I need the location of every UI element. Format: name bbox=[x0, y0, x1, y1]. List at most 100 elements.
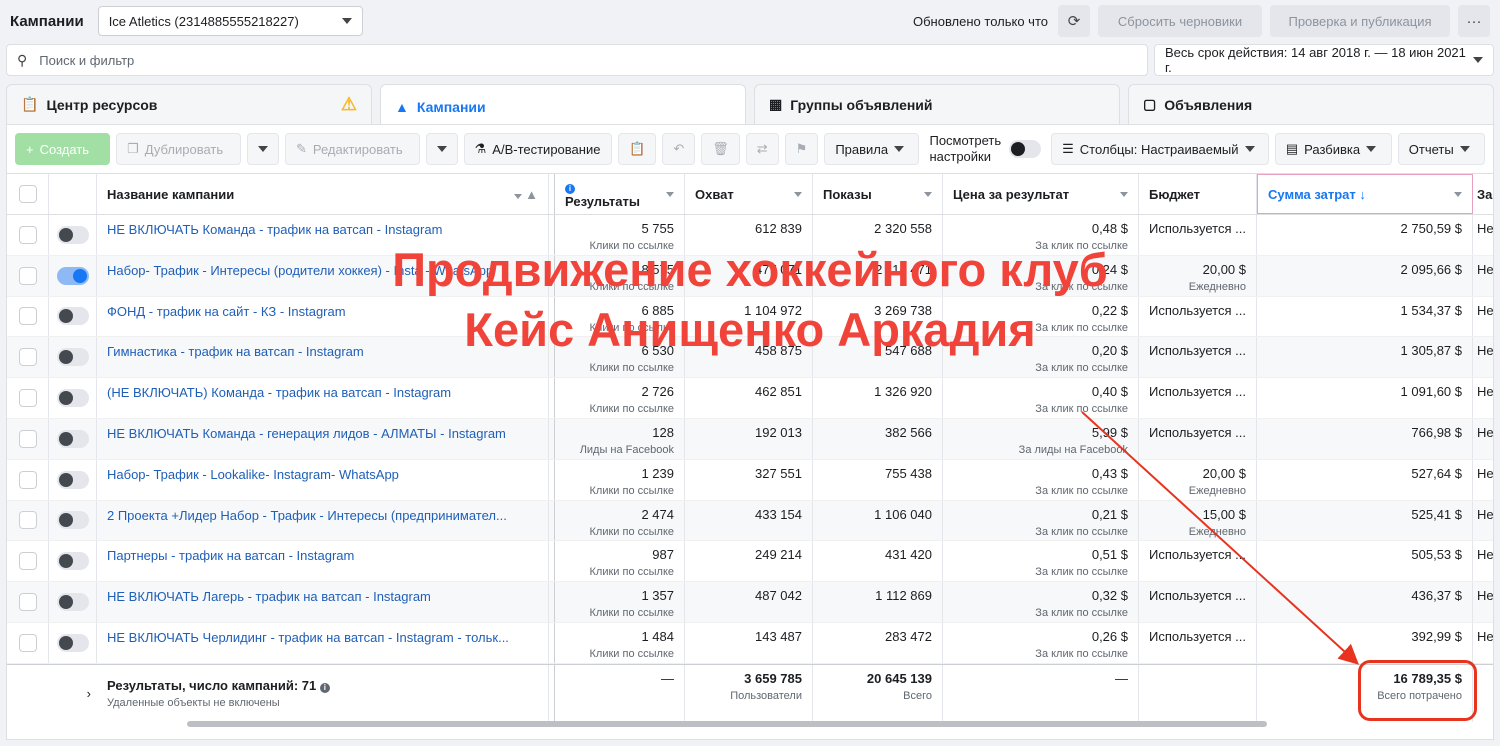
results-sub: Клики по ссылке bbox=[589, 321, 675, 334]
campaign-name-link[interactable]: ФОНД - трафик на сайт - КЗ - Instagram bbox=[107, 304, 538, 319]
undo-button[interactable]: ↶ bbox=[662, 133, 696, 165]
campaign-toggle[interactable] bbox=[56, 511, 89, 530]
tab-resource-center[interactable]: 📋 Центр ресурсов ⚠ bbox=[6, 84, 372, 124]
date-range-picker[interactable]: Весь срок действия: 14 авг 2018 г. — 18 … bbox=[1154, 44, 1494, 76]
impressions-value: 1 326 920 bbox=[874, 384, 932, 400]
campaign-name-link[interactable]: Гимнастика - трафик на ватсап - Instagra… bbox=[107, 344, 538, 359]
campaign-toggle[interactable] bbox=[56, 225, 89, 244]
header-results[interactable]: i Результаты bbox=[555, 174, 685, 214]
campaign-name-link[interactable]: НЕ ВКЛЮЧАТЬ Черлидинг - трафик на ватсап… bbox=[107, 630, 538, 645]
spend-value: 1 305,87 $ bbox=[1400, 343, 1462, 359]
budget-value: Используется ... bbox=[1149, 588, 1246, 604]
header-impressions[interactable]: Показы bbox=[813, 174, 943, 214]
row-checkbox[interactable] bbox=[18, 470, 37, 489]
cpr-sub: За клик по ссылке bbox=[1035, 321, 1128, 334]
table-row[interactable]: Партнеры - трафик на ватсап - Instagram 9… bbox=[7, 541, 1493, 583]
duplicate-label: Дублировать bbox=[144, 141, 224, 157]
row-checkbox[interactable] bbox=[18, 633, 37, 652]
campaign-name-link[interactable]: НЕ ВКЛЮЧАТЬ Лагерь - трафик на ватсап - … bbox=[107, 589, 538, 604]
ab-test-button[interactable]: ⚗ A/B-тестирование bbox=[463, 133, 613, 165]
header-more[interactable]: За bbox=[1473, 174, 1493, 214]
tag-button[interactable]: ⚑ bbox=[784, 133, 819, 165]
table-row[interactable]: НЕ ВКЛЮЧАТЬ Команда - трафик на ватсап -… bbox=[7, 215, 1493, 256]
campaign-toggle[interactable] bbox=[56, 470, 89, 489]
tab-label: Группы объявлений bbox=[790, 96, 933, 113]
reset-drafts-button[interactable]: Сбросить черновики bbox=[1098, 5, 1262, 37]
header-name[interactable]: Название кампании ▲ bbox=[97, 174, 549, 214]
table-row[interactable]: Набор- Трафик - Lookalike- Instagram- Wh… bbox=[7, 459, 1493, 501]
row-checkbox[interactable] bbox=[18, 552, 37, 571]
campaign-name-link[interactable]: Набор- Трафик - Интересы (родители хокке… bbox=[107, 263, 538, 278]
duplicate-button[interactable]: ❐ Дублировать bbox=[116, 133, 241, 165]
header-amount-spent[interactable]: Сумма затрат ↓ bbox=[1257, 174, 1473, 214]
export-button[interactable]: ⇄ bbox=[745, 133, 779, 165]
campaign-name-link[interactable]: Партнеры - трафик на ватсап - Instagram bbox=[107, 548, 538, 563]
view-settings-toggle[interactable]: Посмотреть настройки bbox=[929, 133, 1042, 165]
search-input[interactable]: ⚲ Поиск и фильтр bbox=[6, 44, 1148, 76]
header-cost-per-result[interactable]: Цена за результат bbox=[943, 174, 1139, 214]
review-publish-button[interactable]: Проверка и публикация bbox=[1270, 5, 1450, 37]
breakdown-button[interactable]: ▤ Разбивка bbox=[1274, 133, 1392, 165]
tab-campaigns[interactable]: ▲ Кампании bbox=[380, 84, 746, 128]
campaign-toggle[interactable] bbox=[56, 348, 89, 367]
table-row[interactable]: Гимнастика - трафик на ватсап - Instagra… bbox=[7, 337, 1493, 379]
campaign-toggle[interactable] bbox=[56, 633, 89, 652]
campaign-toggle[interactable] bbox=[56, 552, 89, 571]
header-budget[interactable]: Бюджет bbox=[1139, 174, 1257, 214]
more-options-button[interactable]: ··· bbox=[1458, 5, 1490, 37]
campaign-name-link[interactable]: (НЕ ВКЛЮЧАТЬ) Команда - трафик на ватсап… bbox=[107, 385, 538, 400]
columns-button[interactable]: ☰ Столбцы: Настраиваемый bbox=[1051, 133, 1269, 165]
header-reach[interactable]: Охват bbox=[685, 174, 813, 214]
table-row[interactable]: НЕ ВКЛЮЧАТЬ Лагерь - трафик на ватсап - … bbox=[7, 582, 1493, 623]
edit-button[interactable]: ✎ Редактировать bbox=[284, 133, 420, 165]
account-selector[interactable]: Ice Atletics (2314885555218227) bbox=[97, 6, 363, 36]
row-checkbox[interactable] bbox=[18, 307, 37, 326]
table-footer: › Результаты, число кампаний: 71 i Удале… bbox=[7, 663, 1493, 722]
campaign-toggle[interactable] bbox=[56, 429, 89, 448]
table-row[interactable]: НЕ ВКЛЮЧАТЬ Команда - генерация лидов - … bbox=[7, 418, 1493, 460]
row-checkbox[interactable] bbox=[18, 348, 37, 367]
campaign-name-link[interactable]: НЕ ВКЛЮЧАТЬ Команда - трафик на ватсап -… bbox=[107, 222, 538, 237]
chevron-down-icon bbox=[894, 146, 905, 152]
rules-button[interactable]: Правила bbox=[824, 133, 920, 165]
row-checkbox[interactable] bbox=[18, 429, 37, 448]
clipboard-button[interactable]: 📋 bbox=[618, 133, 657, 165]
tab-ad-sets[interactable]: ▦ Группы объявлений bbox=[754, 84, 1120, 124]
table-row[interactable]: 2 Проекта +Лидер Набор - Трафик - Интере… bbox=[7, 500, 1493, 542]
row-checkbox[interactable] bbox=[18, 511, 37, 530]
row-checkbox[interactable] bbox=[18, 225, 37, 244]
page-title: Кампании bbox=[10, 12, 84, 30]
campaign-toggle[interactable] bbox=[56, 389, 89, 408]
select-all-checkbox[interactable] bbox=[18, 185, 37, 203]
reach-value: 249 214 bbox=[755, 547, 802, 563]
campaign-name-link[interactable]: НЕ ВКЛЮЧАТЬ Команда - генерация лидов - … bbox=[107, 426, 538, 441]
row-checkbox[interactable] bbox=[18, 593, 37, 612]
tab-ads[interactable]: ▢ Объявления bbox=[1128, 84, 1494, 124]
results-sub: Клики по ссылке bbox=[589, 566, 675, 579]
row-checkbox[interactable] bbox=[18, 266, 37, 285]
campaign-name-link[interactable]: Набор- Трафик - Lookalike- Instagram- Wh… bbox=[107, 467, 538, 482]
duplicate-dropdown[interactable] bbox=[246, 133, 279, 165]
row-checkbox[interactable] bbox=[18, 389, 37, 408]
horizontal-scrollbar[interactable] bbox=[187, 721, 1267, 727]
cpr-value: 0,43 $ bbox=[1091, 465, 1128, 481]
reports-button[interactable]: Отчеты bbox=[1397, 133, 1485, 165]
campaign-toggle[interactable] bbox=[56, 266, 89, 285]
edit-dropdown[interactable] bbox=[425, 133, 458, 165]
create-button[interactable]: + Создать bbox=[15, 133, 111, 165]
refresh-button[interactable]: ⟳ bbox=[1058, 5, 1090, 37]
table-row[interactable]: (НЕ ВКЛЮЧАТЬ) Команда - трафик на ватсап… bbox=[7, 378, 1493, 419]
table-row[interactable]: ФОНД - трафик на сайт - КЗ - Instagram 6 … bbox=[7, 296, 1493, 338]
campaign-toggle[interactable] bbox=[56, 593, 89, 612]
flask-icon: ⚗ bbox=[474, 141, 487, 156]
table-row[interactable]: Набор- Трафик - Интересы (родители хокке… bbox=[7, 255, 1493, 297]
view-settings-switch[interactable] bbox=[1009, 140, 1042, 158]
expand-chevron-icon[interactable]: › bbox=[49, 665, 97, 722]
cpr-sub: За клик по ссылке bbox=[1035, 607, 1128, 620]
create-label: Создать bbox=[39, 141, 89, 157]
spend-value: 436,37 $ bbox=[1411, 588, 1462, 604]
delete-button[interactable]: 🗑 bbox=[701, 133, 740, 165]
campaign-toggle[interactable] bbox=[56, 307, 89, 326]
campaign-name-link[interactable]: 2 Проекта +Лидер Набор - Трафик - Интере… bbox=[107, 508, 538, 523]
table-row[interactable]: НЕ ВКЛЮЧАТЬ Черлидинг - трафик на ватсап… bbox=[7, 622, 1493, 664]
